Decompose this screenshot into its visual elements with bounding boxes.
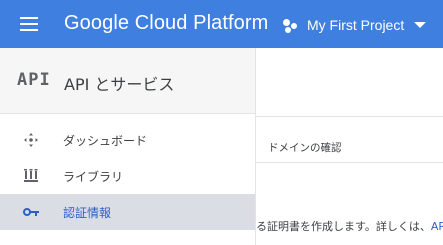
sidebar-title: API とサービス (64, 75, 175, 94)
table-header-divider (256, 162, 443, 163)
sidebar-item-label: ダッシュボード (63, 134, 148, 148)
key-icon (23, 208, 39, 216)
description-body: る証明書を作成します。詳しくは、 (256, 220, 431, 233)
product-title[interactable]: Google Cloud Platform (64, 12, 268, 35)
project-name: My First Project (307, 17, 405, 33)
project-dots-icon (282, 16, 300, 34)
top-app-bar: Google Cloud Platform My First Project (0, 0, 443, 48)
sidebar-header: API API とサービス (0, 48, 255, 114)
project-selector[interactable]: My First Project (282, 12, 427, 38)
sidebar-item-credentials[interactable]: 認証情報 (0, 194, 255, 230)
hamburger-menu-icon[interactable] (20, 15, 40, 33)
column-header-domain-verification[interactable]: ドメインの確認 (268, 140, 342, 155)
api-docs-link[interactable]: API ド (431, 220, 443, 233)
toolbar-divider (256, 116, 443, 117)
sidebar-item-dashboard[interactable]: ダッシュボード (0, 122, 255, 158)
library-icon (24, 169, 38, 182)
dashboard-icon (24, 133, 38, 147)
sidebar-item-label: ライブラリ (63, 170, 124, 184)
sidebar-item-library[interactable]: ライブラリ (0, 158, 255, 194)
sidebar-item-label: 認証情報 (63, 206, 112, 220)
caret-down-icon (414, 22, 427, 28)
sidebar: API API とサービス ダッシュボード ライブラリ 認証情報 (0, 48, 256, 245)
description-text: る証明書を作成します。詳しくは、API ド (256, 218, 443, 234)
api-badge-icon: API (17, 70, 51, 90)
